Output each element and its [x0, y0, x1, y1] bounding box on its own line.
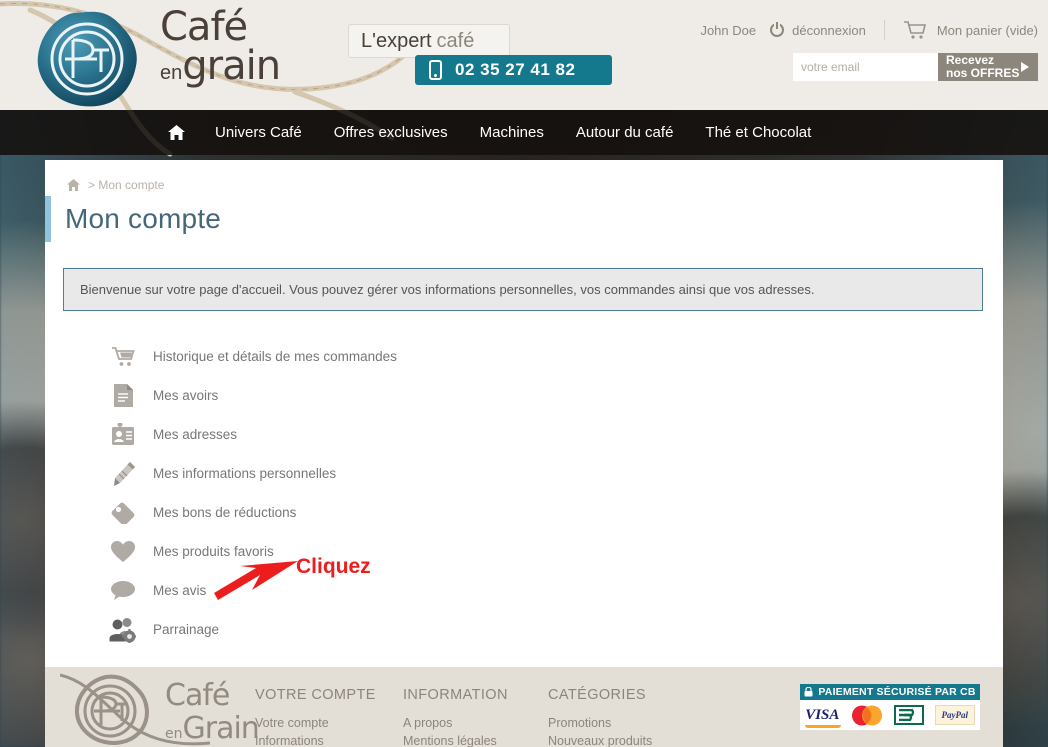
nav-item-offres-exclusives[interactable]: Offres exclusives [334, 124, 448, 141]
account-link-label: Mes avoirs [153, 388, 219, 403]
welcome-message-text: Bienvenue sur votre page d'accueil. Vous… [80, 282, 815, 297]
account-link-addresses[interactable]: Mes adresses [109, 415, 1003, 454]
account-link-label: Mes produits favoris [153, 544, 274, 559]
newsletter-submit-button[interactable]: Recevez nos OFFRES [938, 53, 1038, 81]
footer-word-en: en [165, 726, 183, 742]
page-title-block: Mon compte [45, 196, 1003, 242]
account-link-label: Mes adresses [153, 427, 238, 442]
footer-column-title: INFORMATION [403, 687, 508, 703]
account-link-wishlist[interactable]: Mes produits favoris [109, 532, 1003, 571]
footer-column-categories: CATÉGORIES Promotions Nouveaux produits … [548, 687, 652, 747]
footer-wordmark: Café enGrain [165, 678, 260, 747]
footer-word-grain: Grain [182, 711, 260, 746]
logout-link[interactable]: déconnexion [792, 23, 866, 38]
footer-link[interactable]: Promotions [548, 714, 652, 732]
paypal-icon: PayPal [934, 705, 975, 725]
footer-link[interactable]: Mentions légales [403, 732, 508, 747]
cart-icon[interactable] [903, 21, 927, 39]
footer-link[interactable]: A propos [403, 714, 508, 732]
expert-cafe-badge: L'expert café [348, 24, 510, 58]
welcome-message-box: Bienvenue sur votre page d'accueil. Vous… [63, 268, 983, 311]
user-account-bar: John Doe déconnexion Mon panier (vide) [700, 20, 1038, 40]
site-footer: Café enGrain VOTRE COMPTE Votre compte I… [45, 667, 1003, 747]
speech-bubble-icon [109, 581, 137, 600]
account-link-parrainage[interactable]: Parrainage [109, 610, 1003, 649]
power-icon[interactable] [770, 22, 785, 37]
cb-icon [894, 705, 925, 725]
page-root: Café engrain L'expert café 02 35 27 41 82… [0, 0, 1048, 747]
offers-line2: nos OFFRES [946, 66, 1020, 80]
id-card-icon [109, 423, 137, 446]
newsletter-email-input[interactable] [793, 53, 938, 81]
nav-item-machines[interactable]: Machines [480, 124, 544, 141]
expert-suffix: café [436, 29, 475, 52]
home-icon[interactable] [168, 125, 185, 140]
mobile-phone-icon [429, 60, 442, 80]
divider [883, 20, 885, 40]
account-link-label: Parrainage [153, 622, 220, 637]
footer-link[interactable]: Nouveaux produits [548, 732, 652, 747]
breadcrumb-separator: > [88, 178, 96, 192]
footer-column-title: CATÉGORIES [548, 687, 646, 703]
main-content-card: > Mon compte Mon compte Bienvenue sur vo… [45, 160, 1003, 667]
main-navigation: Univers Café Offres exclusives Machines … [0, 110, 1048, 155]
account-links-list: Historique et détails de mes commandes M… [109, 337, 1003, 649]
heart-icon [109, 541, 137, 562]
footer-column-votre-compte: VOTRE COMPTE Votre compte Informations A… [255, 687, 376, 747]
footer-word-line2: enGrain [165, 711, 260, 746]
title-accent-bar [45, 196, 51, 242]
brand-word-line2: engrain [160, 46, 281, 93]
account-link-orders[interactable]: Historique et détails de mes commandes [109, 337, 1003, 376]
account-link-personal-info[interactable]: Mes informations personnelles [109, 454, 1003, 493]
lock-icon [804, 687, 813, 697]
cart-icon [109, 346, 137, 367]
account-link-label: Mes informations personnelles [153, 466, 337, 481]
nav-item-autour-du-cafe[interactable]: Autour du café [576, 124, 674, 141]
brand-word-cafe: Café [160, 4, 248, 50]
payment-card-logos: VISA PayPal [800, 700, 980, 730]
offers-line1: Recevez [946, 53, 995, 67]
cart-label[interactable]: Mon panier (vide) [937, 23, 1038, 38]
footer-link[interactable]: Informations [255, 732, 376, 747]
brand-word-en: en [160, 62, 183, 84]
nav-item-the-et-chocolat[interactable]: Thé et Chocolat [705, 124, 811, 141]
account-link-credit-slips[interactable]: Mes avoirs [109, 376, 1003, 415]
newsletter-form: Recevez nos OFFRES [793, 53, 1038, 81]
footer-link[interactable]: Votre compte [255, 714, 376, 732]
account-link-vouchers[interactable]: Mes bons de réductions [109, 493, 1003, 532]
footer-column-title: VOTRE COMPTE [255, 687, 376, 703]
site-header: Café engrain L'expert café 02 35 27 41 82… [0, 0, 1048, 157]
phone-banner[interactable]: 02 35 27 41 82 [415, 55, 612, 85]
brand-wordmark[interactable]: Café engrain [160, 4, 281, 93]
breadcrumb-current: Mon compte [98, 178, 165, 192]
visa-icon: VISA [805, 706, 842, 728]
footer-word-cafe: Café [165, 678, 230, 713]
breadcrumb-home-icon[interactable] [67, 179, 80, 191]
tag-icon [109, 502, 137, 524]
footer-column-information: INFORMATION A propos Mentions légales Li… [403, 687, 508, 747]
document-icon [109, 384, 137, 407]
secure-payment-header: PAIEMENT SÉCURISÉ PAR CB [800, 684, 980, 700]
account-link-label: Mes bons de réductions [153, 505, 297, 520]
brand-seal-logo[interactable] [35, 10, 140, 108]
account-link-label: Mes avis [153, 583, 207, 598]
arrow-right-icon [1021, 62, 1029, 72]
account-link-label: Historique et détails de mes commandes [153, 349, 397, 364]
people-gear-icon [109, 617, 137, 643]
pencil-icon [109, 461, 137, 486]
account-link-reviews[interactable]: Mes avis [109, 571, 1003, 610]
brand-word-grain: grain [182, 43, 281, 89]
user-name: John Doe [700, 22, 757, 38]
nav-item-univers-cafe[interactable]: Univers Café [215, 124, 302, 141]
breadcrumb: > Mon compte [67, 178, 1003, 192]
page-title: Mon compte [65, 203, 222, 234]
phone-number: 02 35 27 41 82 [455, 60, 576, 79]
secure-payment-badge: PAIEMENT SÉCURISÉ PAR CB VISA PayPal [800, 684, 980, 730]
secure-payment-title: PAIEMENT SÉCURISÉ PAR CB [818, 686, 976, 698]
mastercard-icon [850, 705, 884, 726]
expert-prefix: L'expert [361, 29, 432, 52]
